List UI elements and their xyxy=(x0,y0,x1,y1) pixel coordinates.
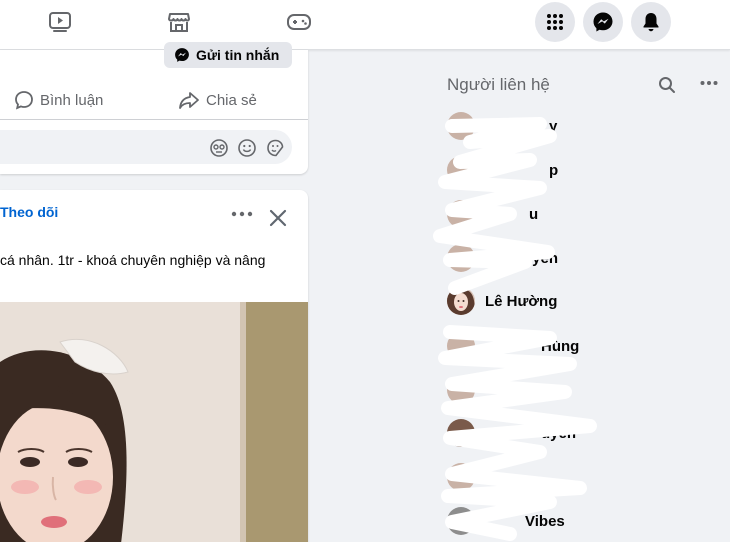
menu-grid-icon xyxy=(547,14,563,30)
notifications-button[interactable] xyxy=(631,2,671,42)
portrait-photo xyxy=(0,302,308,542)
comment-label: Bình luận xyxy=(40,91,104,109)
contacts-sidebar: Người liên hệ y p u uyên Lê Hường Hùng a… xyxy=(430,50,730,542)
suggested-post-card: Theo dõi cá nhân. 1tr - khoá chuyên nghi… xyxy=(0,190,308,542)
gif-icon[interactable] xyxy=(209,138,229,158)
messenger-icon xyxy=(175,48,189,62)
more-options-icon[interactable] xyxy=(231,210,253,218)
emoji-icon[interactable] xyxy=(237,138,257,158)
more-options-icon[interactable] xyxy=(700,76,718,94)
comment-button[interactable]: Bình luận xyxy=(14,90,103,110)
share-icon xyxy=(179,92,199,109)
send-message-button[interactable]: Gửi tin nhắn xyxy=(164,42,292,68)
gaming-icon[interactable] xyxy=(282,8,316,36)
post-actions: Bình luận Chia sẻ xyxy=(0,80,308,120)
messenger-icon xyxy=(593,12,613,32)
menu-grid-button[interactable] xyxy=(535,2,575,42)
share-button[interactable]: Chia sẻ xyxy=(178,90,257,110)
news-feed: Gửi tin nhắn Bình luận Chia sẻ Theo dõi … xyxy=(0,42,308,542)
comment-icon xyxy=(15,91,33,110)
post-text: cá nhân. 1tr - khoá chuyên nghiệp và nân… xyxy=(0,252,266,268)
top-navigation-bar xyxy=(0,0,730,50)
sticker-icon[interactable] xyxy=(265,138,285,158)
messenger-button[interactable] xyxy=(583,2,623,42)
video-icon[interactable] xyxy=(43,8,77,36)
close-icon[interactable] xyxy=(268,208,288,228)
contacts-title: Người liên hệ xyxy=(447,75,550,94)
share-label: Chia sẻ xyxy=(206,91,257,109)
profile-avatar[interactable] xyxy=(684,4,722,42)
search-icon[interactable] xyxy=(658,76,676,94)
notifications-icon xyxy=(643,13,659,32)
send-message-label: Gửi tin nhắn xyxy=(196,47,280,63)
marketplace-icon[interactable] xyxy=(162,8,196,36)
redaction-scribble xyxy=(433,117,597,541)
comment-input[interactable] xyxy=(0,130,292,164)
post-card: Gửi tin nhắn Bình luận Chia sẻ xyxy=(0,42,308,174)
follow-link[interactable]: Theo dõi xyxy=(0,204,58,220)
post-image[interactable] xyxy=(0,302,308,542)
